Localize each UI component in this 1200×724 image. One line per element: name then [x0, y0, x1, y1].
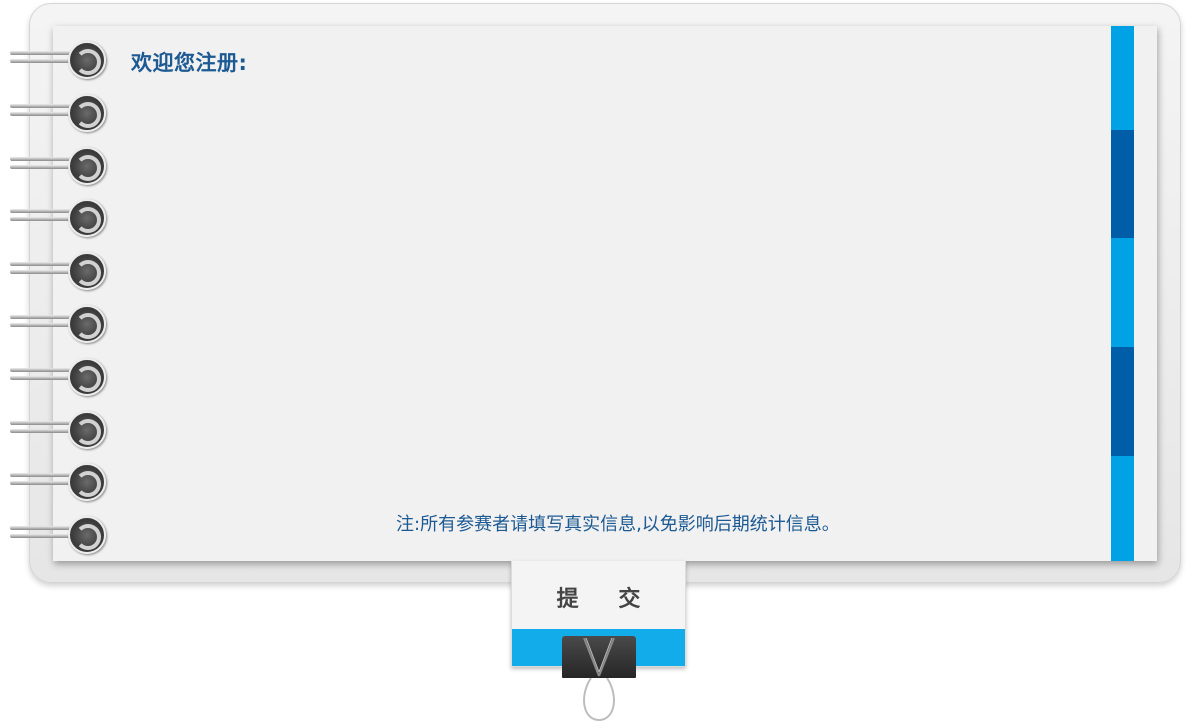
spiral-ring-icon	[10, 251, 106, 290]
side-tabs	[1111, 26, 1134, 561]
side-tab	[1111, 347, 1134, 456]
spiral-ring-icon	[10, 462, 106, 501]
binder-clip-handle-icon	[583, 678, 615, 722]
notice-text: 注:所有参赛者请填写真实信息,以免影响后期统计信息。	[396, 514, 840, 535]
spiral-ring-icon	[10, 146, 106, 185]
welcome-title: 欢迎您注册:	[131, 51, 248, 75]
binder-clip-arms-icon	[583, 638, 615, 677]
spiral-ring-icon	[10, 304, 106, 343]
side-tab	[1111, 456, 1134, 561]
notebook-paper	[53, 26, 1157, 561]
side-tab	[1111, 130, 1134, 238]
side-tab	[1111, 26, 1134, 130]
spiral-ring-icon	[10, 93, 106, 132]
submit-button-label: 提 交	[556, 587, 657, 612]
spiral-ring-icon	[10, 410, 106, 449]
spiral-ring-icon	[10, 40, 106, 79]
spiral-ring-icon	[10, 198, 106, 237]
spiral-ring-icon	[10, 515, 106, 554]
side-tab	[1111, 238, 1134, 347]
spiral-ring-icon	[10, 357, 106, 396]
